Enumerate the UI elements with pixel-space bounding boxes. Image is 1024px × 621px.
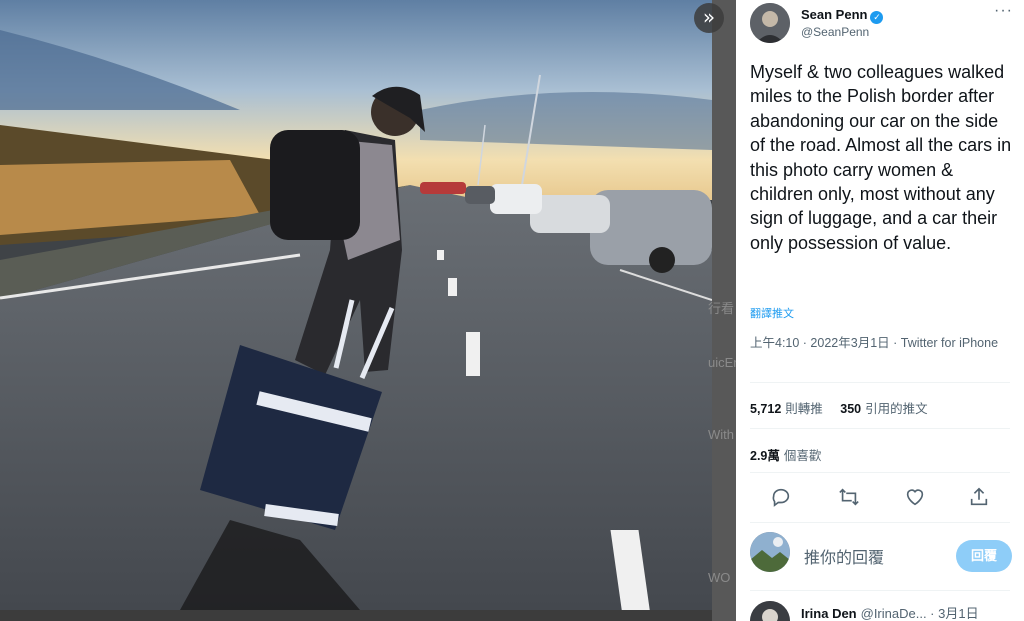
like-stats[interactable]: 2.9萬 個喜歡 <box>750 445 821 464</box>
like-count: 2.9萬 <box>750 449 780 463</box>
divider <box>750 522 1010 523</box>
reply-icon[interactable] <box>770 486 792 508</box>
author-name-line[interactable]: Sean Penn ✓ <box>801 7 884 24</box>
collapse-panel-button[interactable]: » <box>694 3 724 33</box>
divider <box>750 428 1010 429</box>
quote-label: 引用的推文 <box>865 402 928 416</box>
engagement-stats: 5,712 則轉推 350 引用的推文 <box>750 398 928 417</box>
tweet-text: Myself & two colleagues walked miles to … <box>750 62 1012 253</box>
retweet-stats[interactable]: 5,712 則轉推 <box>750 402 823 416</box>
reply-author-handle-time: @IrinaDe... · 3月1日 <box>860 606 979 621</box>
media-bottom-bar <box>0 610 735 621</box>
verified-badge-icon: ✓ <box>870 11 884 24</box>
reply-button[interactable]: 回覆 <box>956 540 1012 572</box>
like-label: 個喜歡 <box>783 449 822 463</box>
background-text: With <box>708 427 734 442</box>
current-user-avatar[interactable] <box>750 532 790 572</box>
reply-preview-header[interactable]: Irina Den @IrinaDe... · 3月1日 <box>801 603 979 621</box>
reply-composer: 推你的回覆 回覆 <box>750 532 1012 578</box>
more-options-icon[interactable]: ··· <box>994 2 1013 20</box>
retweet-label: 則轉推 <box>785 402 823 416</box>
author-avatar[interactable] <box>750 3 790 43</box>
retweet-icon[interactable] <box>838 486 860 508</box>
reply-author-avatar[interactable] <box>750 601 790 621</box>
divider <box>750 590 1010 591</box>
quote-stats[interactable]: 350 引用的推文 <box>840 402 927 416</box>
divider <box>750 382 1010 383</box>
tweet-timestamp[interactable]: 上午4:10 · 2022年3月1日 · Twitter for iPhone <box>750 334 1000 352</box>
quote-count: 350 <box>840 402 862 416</box>
translate-tweet-link[interactable]: 翻譯推文 <box>750 305 794 321</box>
like-icon[interactable] <box>904 486 926 508</box>
author-name[interactable]: Sean Penn <box>801 7 867 22</box>
retweet-count: 5,712 <box>750 402 782 416</box>
background-text: WO <box>708 570 731 585</box>
tweet-photo[interactable] <box>0 0 712 610</box>
road-photo-image <box>0 0 712 610</box>
tweet-panel: Sean Penn ✓ @SeanPenn ··· Myself & two co… <box>736 0 1024 621</box>
share-icon[interactable] <box>968 486 990 508</box>
double-chevron-right-icon: » <box>702 5 716 29</box>
background-text: 行看 <box>708 301 735 316</box>
author-handle[interactable]: @SeanPenn <box>801 25 869 39</box>
tweet-actions <box>770 486 1010 508</box>
reply-input[interactable]: 推你的回覆 <box>804 544 884 568</box>
reply-author-name[interactable]: Irina Den <box>801 606 857 621</box>
divider <box>750 472 1010 473</box>
